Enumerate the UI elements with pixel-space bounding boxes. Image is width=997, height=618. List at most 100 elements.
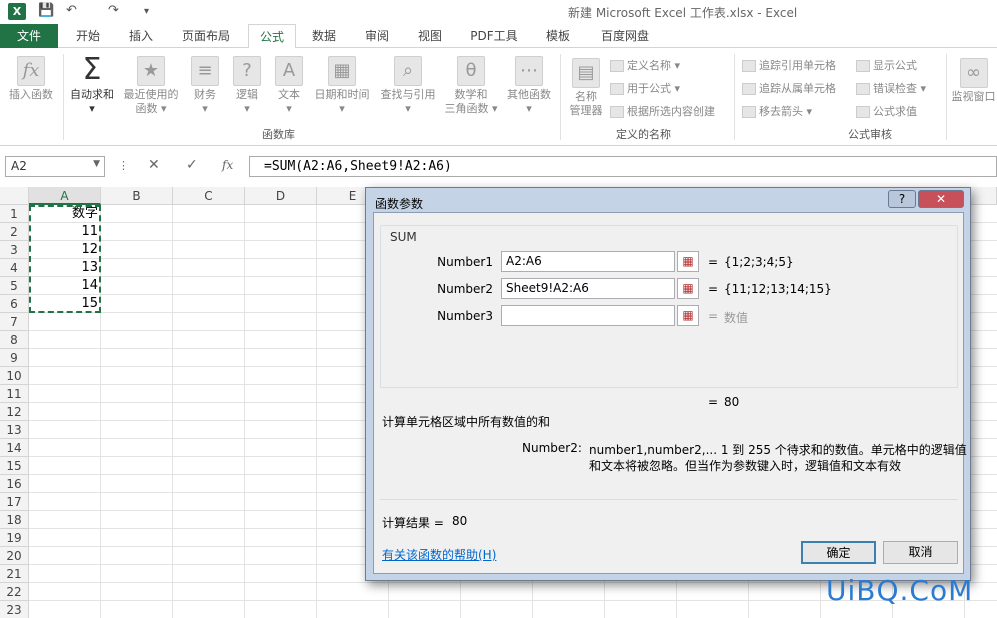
row-header[interactable]: 3 (0, 241, 29, 259)
row-header[interactable]: 2 (0, 223, 29, 241)
tab-pdf-tools[interactable]: PDF工具 (462, 24, 526, 48)
remove-arrows-button[interactable]: 移去箭头 ▾ (742, 103, 812, 119)
row-header[interactable]: 1 (0, 205, 29, 223)
row-header[interactable]: 22 (0, 583, 29, 601)
formula-input[interactable]: =SUM(A2:A6,Sheet9!A2:A6) (249, 156, 997, 177)
logical-button[interactable]: ? 逻辑 ▾ (228, 56, 266, 116)
date-time-button[interactable]: ▦ 日期和时间 ▾ (310, 56, 374, 116)
insert-function-icon[interactable]: fx (222, 158, 233, 172)
tab-page-layout[interactable]: 页面布局 (172, 24, 240, 48)
result-value: 80 (452, 514, 468, 528)
tab-insert[interactable]: 插入 (118, 24, 164, 48)
fx-icon: fx (17, 56, 45, 86)
arg-label-number2: Number2 (437, 282, 493, 296)
undo-icon[interactable]: ↶ (66, 3, 77, 18)
arg-input-number1[interactable]: A2:A6 (501, 251, 675, 272)
lookup-reference-button[interactable]: ⌕ 查找与引用 ▾ (376, 56, 440, 116)
enter-check-icon[interactable]: ✓ (186, 157, 198, 173)
text-a-icon: A (275, 56, 303, 86)
row-header[interactable]: 9 (0, 349, 29, 367)
row-header[interactable]: 16 (0, 475, 29, 493)
star-icon: ★ (137, 56, 165, 86)
range-picker-icon[interactable]: ▦ (677, 251, 699, 272)
separator (63, 54, 64, 140)
cancel-icon[interactable]: ✕ (148, 157, 160, 173)
row-header[interactable]: 15 (0, 457, 29, 475)
name-manager-button[interactable]: ▤ 名称 管理器 (564, 58, 608, 118)
column-header-a[interactable]: A (29, 187, 101, 205)
function-help-link[interactable]: 有关该函数的帮助(H) (382, 546, 496, 563)
trace-precedents-button[interactable]: 追踪引用单元格 (742, 57, 836, 73)
row-header[interactable]: 20 (0, 547, 29, 565)
row-header[interactable]: 4 (0, 259, 29, 277)
row-header[interactable]: 13 (0, 421, 29, 439)
show-formulas-button[interactable]: 显示公式 (856, 57, 917, 73)
trace-dependents-button[interactable]: 追踪从属单元格 (742, 80, 836, 96)
arg-input-number2[interactable]: Sheet9!A2:A6 (501, 278, 675, 299)
error-checking-button[interactable]: 错误检查 ▾ (856, 80, 926, 96)
tab-review[interactable]: 审阅 (354, 24, 400, 48)
row-header[interactable]: 17 (0, 493, 29, 511)
trace-arrow-icon (742, 83, 756, 95)
dialog-title: 函数参数 (375, 197, 424, 211)
row-header[interactable]: 19 (0, 529, 29, 547)
cancel-button[interactable]: 取消 (883, 541, 958, 564)
financial-button[interactable]: ≡ 财务 ▾ (186, 56, 224, 116)
chevron-down-icon[interactable]: ▼ (93, 159, 100, 169)
column-header-c[interactable]: C (173, 187, 245, 205)
row-header[interactable]: 8 (0, 331, 29, 349)
arg-label-number3: Number3 (437, 309, 493, 323)
tab-data[interactable]: 数据 (302, 24, 346, 48)
row-header[interactable]: 5 (0, 277, 29, 295)
range-picker-icon[interactable]: ▦ (677, 305, 699, 326)
row-header[interactable]: 14 (0, 439, 29, 457)
tab-home[interactable]: 开始 (66, 24, 110, 48)
help-question-icon[interactable]: ? (888, 190, 916, 208)
row-header[interactable]: 7 (0, 313, 29, 331)
tab-formulas[interactable]: 公式 (248, 24, 296, 49)
evaluate-icon (856, 106, 870, 118)
evaluate-formula-button[interactable]: 公式求值 (856, 103, 917, 119)
row-header[interactable]: 12 (0, 403, 29, 421)
row-header[interactable]: 23 (0, 601, 29, 618)
select-all-corner[interactable] (0, 187, 29, 205)
create-from-selection-button[interactable]: 根据所选内容创建 (610, 103, 715, 119)
row-header[interactable]: 21 (0, 565, 29, 583)
title-bar: X 💾 ↶ ↷ ▾ 新建 Microsoft Excel 工作表.xlsx - … (0, 0, 997, 24)
insert-function-button[interactable]: fx 插入函数 (4, 56, 58, 102)
more-functions-button[interactable]: ⋯ 其他函数 ▾ (502, 56, 556, 116)
tab-view[interactable]: 视图 (408, 24, 452, 48)
close-icon[interactable]: ✕ (918, 190, 964, 208)
arg-input-number3[interactable] (501, 305, 675, 326)
math-trig-button[interactable]: θ 数学和 三角函数 ▾ (442, 56, 500, 116)
autosum-button[interactable]: Σ 自动求和 ▾ (66, 55, 118, 116)
define-name-button[interactable]: 定义名称 ▾ (610, 57, 680, 73)
name-box[interactable]: A2 ▼ (5, 156, 105, 177)
use-in-formula-button[interactable]: 用于公式 ▾ (610, 80, 680, 96)
save-icon[interactable]: 💾 (38, 3, 54, 18)
arg-label-number1: Number1 (437, 255, 493, 269)
tab-file[interactable]: 文件 (0, 24, 58, 48)
row-header[interactable]: 11 (0, 385, 29, 403)
ok-button[interactable]: 确定 (801, 541, 876, 564)
group-label-defined-names: 定义的名称 (616, 128, 671, 141)
column-header-d[interactable]: D (245, 187, 317, 205)
range-picker-icon[interactable]: ▦ (677, 278, 699, 299)
excel-logo-icon: X (8, 3, 26, 20)
row-header[interactable]: 18 (0, 511, 29, 529)
tab-templates[interactable]: 模板 (536, 24, 580, 48)
gridline-vertical (316, 205, 317, 618)
customize-quick-access-icon[interactable]: ▾ (144, 6, 149, 17)
redo-icon[interactable]: ↷ (108, 3, 119, 18)
equals-sign: = (708, 255, 719, 269)
row-header[interactable]: 10 (0, 367, 29, 385)
row-header[interactable]: 6 (0, 295, 29, 313)
text-button[interactable]: A 文本 ▾ (270, 56, 308, 116)
column-header-b[interactable]: B (101, 187, 173, 205)
watch-window-button[interactable]: ∞ 监视窗口 (950, 58, 997, 104)
equals-sign: = (708, 282, 719, 296)
recently-used-button[interactable]: ★ 最近使用的 函数 ▾ (120, 56, 182, 116)
tab-baidu-netdisk[interactable]: 百度网盘 (592, 24, 658, 48)
window-title: 新建 Microsoft Excel 工作表.xlsx - Excel (568, 6, 798, 20)
equals-sign: = (708, 309, 719, 323)
